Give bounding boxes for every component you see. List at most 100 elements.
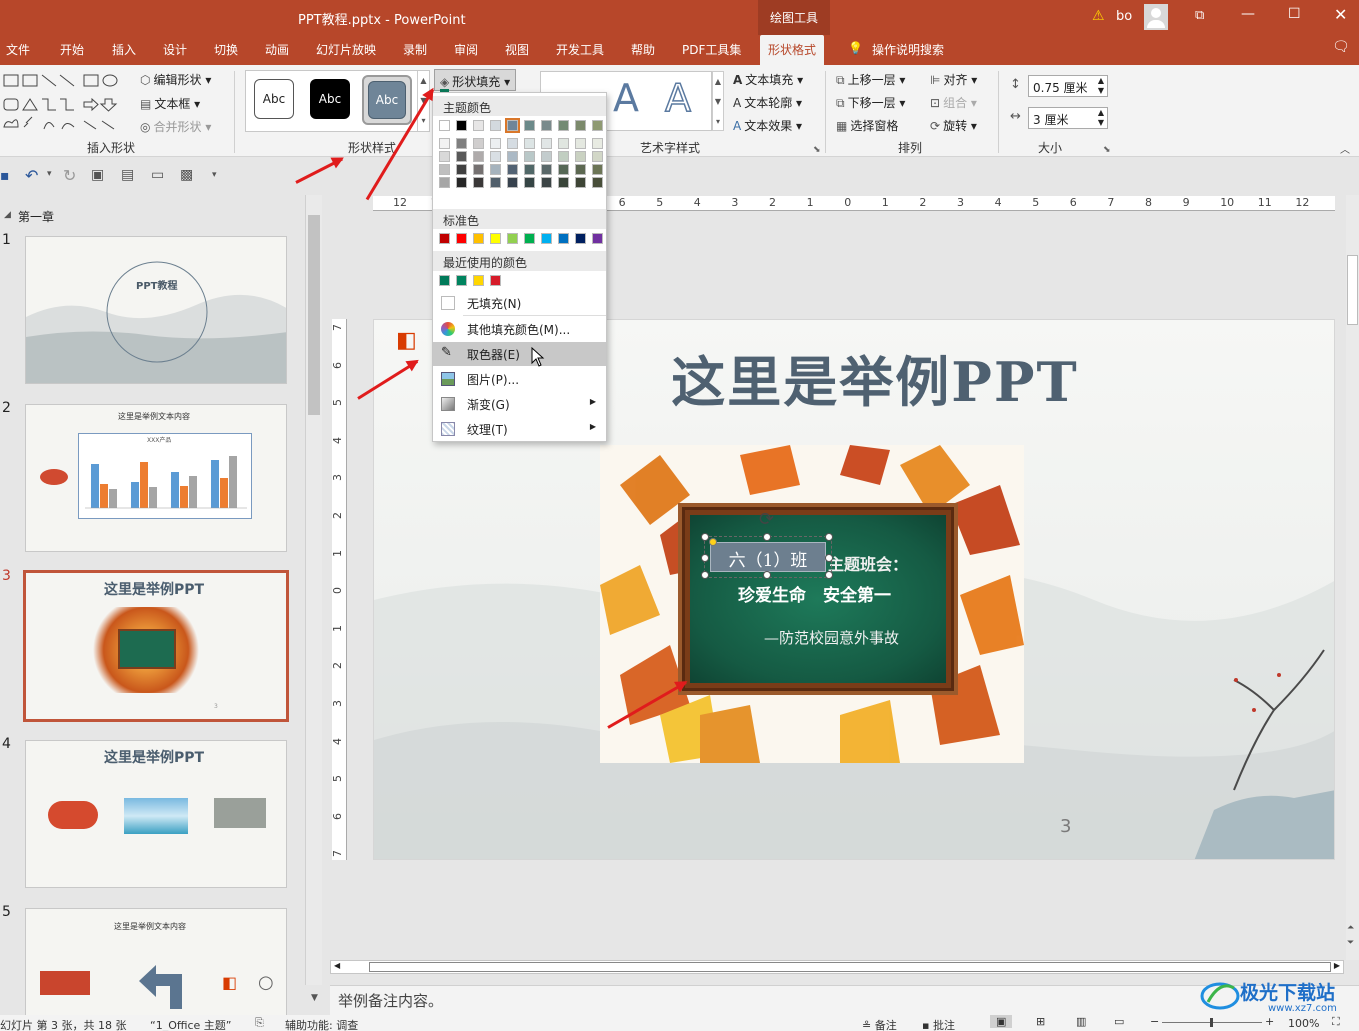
next-slide-icon[interactable]: ⏷ bbox=[1347, 938, 1354, 948]
texture-fill-option[interactable]: 纹理(T) ▶ bbox=[433, 417, 606, 441]
theme-shade-swatch[interactable] bbox=[592, 164, 603, 175]
theme-shade-swatch[interactable] bbox=[575, 151, 586, 162]
theme-shade-swatch[interactable] bbox=[558, 151, 569, 162]
thumbnail-scrollbar[interactable] bbox=[305, 195, 322, 1015]
standard-color-swatch[interactable] bbox=[575, 233, 586, 244]
theme-color-swatch[interactable] bbox=[524, 120, 535, 131]
theme-color-swatch[interactable] bbox=[541, 120, 552, 131]
tab-transitions[interactable]: 切换 bbox=[214, 41, 238, 58]
tab-file[interactable]: 文件 bbox=[6, 41, 30, 58]
more-fill-colors-option[interactable]: 其他填充颜色(M)... bbox=[433, 317, 606, 341]
tab-record[interactable]: 录制 bbox=[403, 41, 427, 58]
slideshow-icon[interactable]: ▭ bbox=[151, 167, 164, 183]
layout-icon[interactable]: ▤ bbox=[121, 167, 134, 183]
shape-style-preview-3[interactable]: Abc bbox=[362, 75, 412, 125]
rotate-button[interactable]: ⟳ 旋转 ▾ bbox=[930, 117, 977, 134]
zoom-in-icon[interactable]: + bbox=[1265, 1015, 1274, 1028]
standard-color-swatch[interactable] bbox=[524, 233, 535, 244]
resize-handle[interactable] bbox=[825, 554, 833, 562]
collapse-ribbon-icon[interactable]: ︿ bbox=[1340, 141, 1350, 156]
board-line-3[interactable]: —防范校园意外事故 bbox=[764, 627, 899, 648]
slide-thumbnail-3-selected[interactable]: 这里是举例PPT 3 bbox=[23, 570, 289, 722]
avatar[interactable] bbox=[1144, 4, 1168, 30]
notes-expand[interactable]: ▼ bbox=[305, 985, 330, 1015]
comments-icon[interactable]: 🗨 bbox=[1332, 39, 1350, 55]
notes-text[interactable]: 举例备注内容。 bbox=[338, 990, 443, 1011]
accessibility-status[interactable]: 辅助功能: 调查 bbox=[285, 1017, 358, 1031]
send-backward-button[interactable]: ⧉ 下移一层 ▾ bbox=[836, 94, 905, 111]
customize-qat-icon[interactable]: ▾ bbox=[212, 170, 217, 180]
resize-handle[interactable] bbox=[701, 571, 709, 579]
theme-shade-swatch[interactable] bbox=[592, 151, 603, 162]
shape-fill-button[interactable]: ◈ 形状填充 ▾ bbox=[434, 69, 517, 92]
shapes-gallery[interactable] bbox=[2, 71, 132, 135]
shape-width-field[interactable]: 3 厘米 ▲ ▼ bbox=[1028, 107, 1108, 129]
picture-fill-option[interactable]: 图片(P)... bbox=[433, 367, 606, 391]
section-title[interactable]: 第一章 bbox=[18, 208, 54, 225]
theme-color-swatch[interactable] bbox=[456, 120, 467, 131]
recent-color-swatch[interactable] bbox=[473, 275, 484, 286]
recent-color-swatch[interactable] bbox=[456, 275, 467, 286]
eyedropper-option[interactable]: ✎ 取色器(E) bbox=[433, 342, 606, 366]
theme-shade-swatch[interactable] bbox=[439, 151, 450, 162]
theme-shade-swatch[interactable] bbox=[456, 164, 467, 175]
slide-thumbnail-5[interactable]: 这里是举例文本内容 ◧ ○ bbox=[25, 908, 287, 1018]
theme-color-swatch[interactable] bbox=[592, 120, 603, 131]
resize-handle[interactable] bbox=[763, 571, 771, 579]
theme-shade-swatch[interactable] bbox=[473, 164, 484, 175]
theme-shade-swatch[interactable] bbox=[439, 164, 450, 175]
new-slide-icon[interactable]: ▣ bbox=[91, 167, 104, 183]
bring-forward-button[interactable]: ⧉ 上移一层 ▾ bbox=[836, 71, 905, 88]
spellcheck-icon[interactable]: ⎘ bbox=[255, 1016, 264, 1030]
size-dialog-launcher-icon[interactable]: ⬊ bbox=[1103, 145, 1111, 155]
tab-developer[interactable]: 开发工具 bbox=[556, 41, 604, 58]
theme-shade-swatch[interactable] bbox=[541, 164, 552, 175]
edit-shape-button[interactable]: ⬡ 编辑形状 ▾ bbox=[140, 71, 211, 88]
scroll-right-icon[interactable]: ▶ bbox=[1334, 961, 1340, 970]
slide-thumbnail-4[interactable]: 这里是举例PPT bbox=[25, 740, 287, 888]
theme-shade-swatch[interactable] bbox=[524, 164, 535, 175]
gradient-fill-option[interactable]: 渐变(G) ▶ bbox=[433, 392, 606, 416]
undo-icon[interactable]: ↶ bbox=[25, 166, 38, 185]
align-button[interactable]: ⊫ 对齐 ▾ bbox=[930, 71, 977, 88]
theme-shade-swatch[interactable] bbox=[541, 151, 552, 162]
text-fill-button[interactable]: A 文本填充 ▾ bbox=[733, 71, 803, 88]
theme-shade-swatch[interactable] bbox=[490, 138, 501, 149]
slide-horizontal-scrollbar[interactable]: ◀ ▶ bbox=[330, 960, 1344, 974]
recent-color-swatch[interactable] bbox=[490, 275, 501, 286]
ribbon-display-icon[interactable]: ⧉ bbox=[1195, 8, 1204, 23]
tab-design[interactable]: 设计 bbox=[163, 41, 187, 58]
leaves-picture[interactable]: 主题班会： 珍爱生命 安全第一 —防范校园意外事故 bbox=[600, 445, 1024, 763]
theme-shade-swatch[interactable] bbox=[473, 177, 484, 188]
theme-shade-swatch[interactable] bbox=[524, 177, 535, 188]
maximize-icon[interactable]: ☐ bbox=[1288, 6, 1301, 22]
save-icon[interactable]: ▪ bbox=[0, 168, 10, 184]
tab-shape-format[interactable]: 形状格式 bbox=[760, 35, 825, 65]
theme-shade-swatch[interactable] bbox=[524, 138, 535, 149]
standard-color-swatch[interactable] bbox=[439, 233, 450, 244]
prev-slide-icon[interactable]: ⏶ bbox=[1347, 923, 1354, 933]
undo-dropdown-icon[interactable]: ▾ bbox=[47, 169, 52, 179]
slide-thumbnail-2[interactable]: 这里是举例文本内容 XXX产品 bbox=[25, 404, 287, 552]
zoom-slider[interactable] bbox=[1162, 1018, 1262, 1027]
board-theme-text[interactable]: 主题班会： bbox=[828, 551, 908, 575]
tell-me-search[interactable]: 操作说明搜索 bbox=[872, 41, 944, 58]
slide-thumbnail-1[interactable]: PPT教程 bbox=[25, 236, 287, 384]
theme-shade-swatch[interactable] bbox=[490, 177, 501, 188]
wordart-scroll[interactable]: ▲ ▼ ▾ bbox=[712, 71, 724, 131]
theme-shade-swatch[interactable] bbox=[490, 164, 501, 175]
theme-color-swatch[interactable] bbox=[505, 118, 520, 133]
text-outline-button[interactable]: A 文本轮廓 ▾ bbox=[733, 94, 802, 111]
theme-shade-swatch[interactable] bbox=[541, 177, 552, 188]
theme-shade-swatch[interactable] bbox=[592, 138, 603, 149]
sorter-view-icon[interactable]: ⊞ bbox=[1036, 1015, 1045, 1028]
standard-color-swatch[interactable] bbox=[592, 233, 603, 244]
theme-shade-swatch[interactable] bbox=[558, 164, 569, 175]
theme-shade-swatch[interactable] bbox=[456, 138, 467, 149]
theme-shade-swatch[interactable] bbox=[507, 164, 518, 175]
text-effects-button[interactable]: A 文本效果 ▾ bbox=[733, 117, 802, 134]
standard-color-swatch[interactable] bbox=[473, 233, 484, 244]
standard-color-swatch[interactable] bbox=[507, 233, 518, 244]
theme-shade-swatch[interactable] bbox=[456, 177, 467, 188]
slide-vertical-scrollbar[interactable]: ⏶ ⏷ bbox=[1346, 195, 1359, 960]
